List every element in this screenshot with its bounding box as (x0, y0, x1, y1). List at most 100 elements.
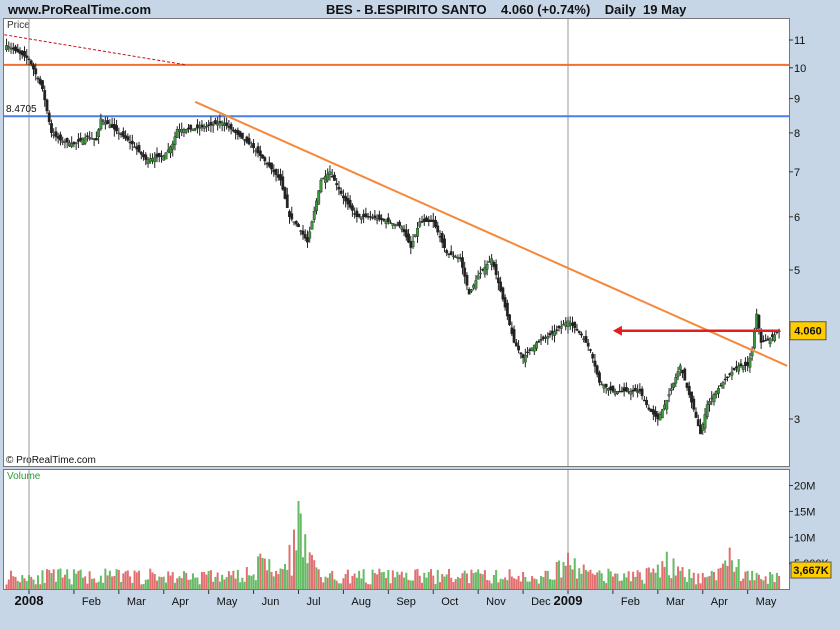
candle-body (703, 414, 707, 429)
candle-body (191, 128, 195, 132)
volume-bar (337, 583, 340, 589)
x-tick-label: Mar (666, 596, 685, 608)
candle-body (595, 365, 599, 375)
candle-body (267, 162, 271, 167)
volume-bar (515, 579, 518, 589)
volume-bar (665, 551, 668, 589)
volume-bar (692, 572, 695, 589)
candle-body (333, 174, 336, 181)
candle-body (211, 124, 215, 126)
candle-body (285, 194, 289, 208)
volume-bar (632, 571, 635, 589)
volume-bar (221, 574, 224, 589)
volume-bar (719, 567, 722, 589)
candle-body (288, 211, 291, 218)
candle-body (126, 136, 130, 141)
volume-bar (149, 568, 152, 589)
candle-body (128, 141, 132, 144)
volume-bar (30, 576, 33, 589)
x-tick-label: Apr (711, 596, 728, 608)
volume-bar (447, 569, 450, 589)
candle-body (445, 250, 449, 254)
volume-bar (587, 571, 590, 589)
candle-body (18, 50, 22, 54)
candle-body (773, 334, 777, 342)
candle-body (573, 321, 577, 329)
candle-body (674, 377, 678, 384)
candle-body (351, 205, 354, 211)
candle-body (83, 137, 87, 144)
candle-body (59, 134, 62, 141)
volume-bar (147, 579, 150, 589)
candle-body (368, 216, 372, 218)
x-tick-label: Sep (396, 596, 416, 608)
volume-bar (638, 572, 641, 589)
candle-body (274, 169, 278, 175)
candle-body (355, 210, 359, 218)
volume-bar (102, 582, 105, 589)
volume-bar (508, 569, 511, 589)
candle-body (110, 123, 114, 128)
candle-body (456, 257, 460, 259)
candle-body (761, 340, 765, 342)
candle-body (90, 138, 94, 140)
candle-body (564, 322, 568, 327)
candle-body (427, 219, 431, 222)
volume-bar (463, 570, 466, 589)
x-tick-label: 2008 (15, 593, 44, 608)
volume-bar (400, 571, 403, 589)
candle-body (263, 157, 267, 162)
volume-bar (16, 580, 19, 589)
volume-bar (57, 569, 60, 589)
volume-bar (629, 581, 632, 589)
candle-body (440, 233, 444, 243)
volume-bar (68, 578, 71, 589)
volume-bar (584, 569, 587, 589)
volume-bar (522, 571, 525, 589)
volume-bar (445, 574, 448, 589)
volume-bar (360, 578, 363, 589)
volume-bar (600, 573, 603, 589)
volume-bar (764, 576, 767, 589)
candle-body (258, 150, 262, 156)
y-tick-label: 3 (794, 414, 800, 426)
volume-bar (562, 561, 565, 589)
volume-bar (690, 578, 693, 589)
volume-bar (373, 573, 376, 589)
y-tick-label: 6 (794, 212, 800, 224)
volume-bar (414, 569, 417, 589)
volume-bar (328, 573, 331, 589)
candle-body (121, 131, 125, 137)
volume-bar (306, 563, 309, 589)
volume-bar (650, 572, 653, 589)
candle-body (27, 58, 31, 61)
volume-bar (45, 569, 48, 589)
volume-bar (72, 569, 75, 589)
candle-body (492, 261, 496, 267)
volume-bar (248, 575, 251, 589)
volume-bar (111, 576, 114, 589)
candle-body (422, 218, 426, 222)
volume-bar (176, 578, 179, 589)
volume-bar (236, 569, 239, 589)
candle-body (699, 425, 702, 435)
candle-body (124, 135, 127, 139)
candle-body (144, 154, 148, 160)
volume-bar (25, 580, 28, 589)
volume-bar (607, 568, 610, 589)
volume-bar (115, 569, 118, 589)
x-tick-label: Jun (262, 596, 280, 608)
volume-bar (744, 571, 747, 589)
volume-bar (409, 580, 412, 589)
candle-body (759, 330, 763, 343)
volume-bar (212, 581, 215, 589)
volume-bar (730, 560, 733, 589)
candle-body (559, 325, 563, 329)
volume-bar (405, 572, 408, 589)
volume-bar (380, 572, 383, 589)
candle-body (43, 90, 47, 101)
volume-bar (362, 569, 365, 589)
candle-body (117, 132, 121, 135)
candle-body (252, 143, 255, 149)
volume-bar (203, 571, 206, 589)
